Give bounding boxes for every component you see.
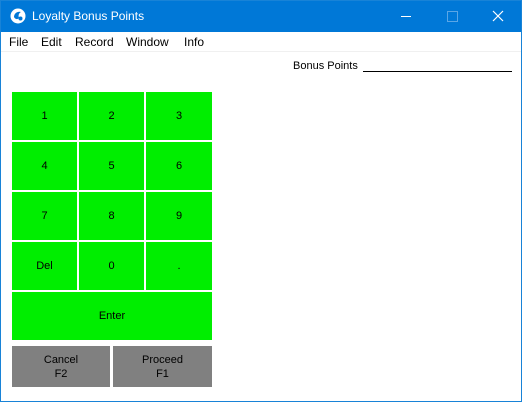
key-3[interactable]: 3 bbox=[146, 92, 212, 140]
menu-edit[interactable]: Edit bbox=[41, 35, 62, 49]
key-6[interactable]: 6 bbox=[146, 142, 212, 190]
bonus-points-label: Bonus Points bbox=[293, 60, 358, 72]
key-7[interactable]: 7 bbox=[12, 192, 77, 240]
key-1[interactable]: 1 bbox=[12, 92, 77, 140]
proceed-button[interactable]: Proceed F1 bbox=[113, 346, 212, 387]
cancel-shortcut: F2 bbox=[54, 367, 68, 380]
key-del[interactable]: Del bbox=[12, 242, 77, 290]
menu-info[interactable]: Info bbox=[184, 35, 204, 49]
menu-record[interactable]: Record bbox=[75, 35, 114, 49]
enter-button[interactable]: Enter bbox=[12, 292, 212, 340]
key-8[interactable]: 8 bbox=[79, 192, 144, 240]
key-0[interactable]: 0 bbox=[79, 242, 144, 290]
minimize-icon bbox=[401, 16, 411, 17]
cancel-label: Cancel bbox=[43, 353, 79, 366]
key-5[interactable]: 5 bbox=[79, 142, 144, 190]
key-2[interactable]: 2 bbox=[79, 92, 144, 140]
app-icon bbox=[10, 8, 26, 24]
loyalty-bonus-points-window: Loyalty Bonus Points File Edit Record Wi… bbox=[0, 0, 522, 402]
menu-window[interactable]: Window bbox=[126, 35, 169, 49]
maximize-icon bbox=[447, 11, 458, 22]
bonus-points-field[interactable] bbox=[363, 58, 512, 72]
key-4[interactable]: 4 bbox=[12, 142, 77, 190]
minimize-button[interactable] bbox=[383, 1, 429, 32]
close-icon bbox=[492, 10, 504, 22]
close-button[interactable] bbox=[475, 1, 521, 32]
cancel-button[interactable]: Cancel F2 bbox=[12, 346, 110, 387]
window-title: Loyalty Bonus Points bbox=[32, 9, 145, 23]
key-9[interactable]: 9 bbox=[146, 192, 212, 240]
key-decimal[interactable]: . bbox=[146, 242, 212, 290]
menu-file[interactable]: File bbox=[9, 35, 28, 49]
title-bar[interactable]: Loyalty Bonus Points bbox=[1, 1, 521, 32]
proceed-shortcut: F1 bbox=[156, 367, 169, 380]
numeric-keypad: 1 2 3 4 5 6 7 8 9 Del 0 . Enter bbox=[11, 91, 213, 341]
menu-bar: File Edit Record Window Info bbox=[1, 32, 521, 52]
maximize-button[interactable] bbox=[429, 1, 475, 32]
proceed-label: Proceed bbox=[142, 353, 183, 366]
